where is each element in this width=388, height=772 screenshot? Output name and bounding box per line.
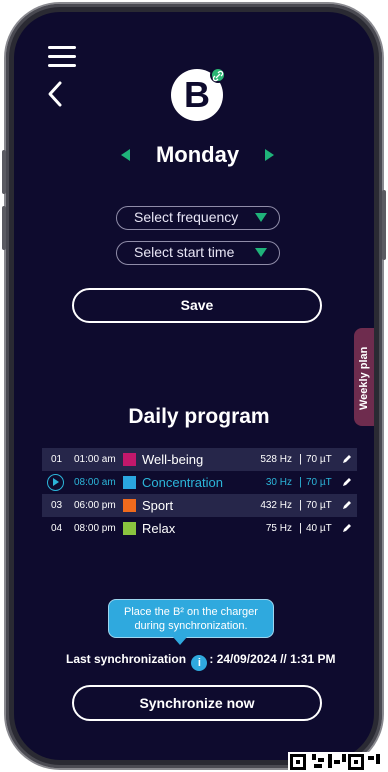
play-icon[interactable]	[47, 474, 64, 491]
row-separator: |	[299, 499, 302, 511]
hamburger-menu-icon[interactable]	[48, 46, 76, 68]
weekly-plan-tab-label: Weekly plan	[358, 346, 370, 410]
phone-side-button	[2, 206, 6, 250]
program-color-swatch	[123, 453, 136, 466]
edit-pencil-icon[interactable]	[341, 499, 353, 511]
row-time: 01:00 am	[74, 454, 116, 465]
caret-down-icon	[255, 213, 267, 222]
row-field-strength: 70 µT	[306, 454, 332, 465]
program-row[interactable]: 04 08:00 pm Relax 75 Hz | 40 µT	[42, 517, 357, 540]
row-number: 03	[51, 500, 63, 511]
caret-down-icon	[255, 248, 267, 257]
phone-side-button	[382, 190, 386, 260]
row-program-name: Relax	[142, 521, 176, 536]
app-logo: B	[171, 67, 226, 121]
row-number: 04	[51, 523, 63, 534]
program-row[interactable]: 01 01:00 am Well-being 528 Hz | 70 µT	[42, 448, 357, 471]
program-row[interactable]: 08:00 am Concentration 30 Hz | 70 µT	[42, 471, 357, 494]
last-sync-value: : 24/09/2024 // 1:31 PM	[209, 652, 336, 666]
frequency-select[interactable]: Select frequency	[116, 206, 280, 230]
program-color-swatch	[123, 476, 136, 489]
edit-pencil-icon[interactable]	[341, 453, 353, 465]
previous-day-icon[interactable]	[121, 149, 130, 161]
save-button[interactable]: Save	[72, 288, 322, 323]
row-number: 01	[51, 454, 63, 465]
edit-pencil-icon[interactable]	[341, 476, 353, 488]
next-day-icon[interactable]	[265, 149, 274, 161]
back-arrow-icon[interactable]	[44, 80, 68, 108]
row-time: 08:00 pm	[74, 523, 116, 534]
synchronize-now-button[interactable]: Synchronize now	[72, 685, 322, 721]
row-program-name: Well-being	[142, 452, 204, 467]
program-color-swatch	[123, 499, 136, 512]
app-screen: B Monday Select frequency Select start t…	[14, 12, 374, 760]
row-separator: |	[299, 453, 302, 465]
link-icon	[210, 67, 226, 83]
tooltip-pointer	[173, 637, 187, 645]
row-separator: |	[299, 476, 302, 488]
row-frequency: 75 Hz	[265, 523, 292, 534]
qr-code-fragment	[288, 752, 388, 772]
last-sync-label: Last synchronization	[66, 652, 187, 666]
row-time: 08:00 am	[74, 477, 116, 488]
program-color-swatch	[123, 522, 136, 535]
phone-side-button	[2, 150, 6, 194]
day-label: Monday	[155, 142, 240, 167]
tooltip-line-1: Place the B² on the charger	[124, 606, 258, 618]
row-field-strength: 40 µT	[306, 523, 332, 534]
info-icon[interactable]: i	[191, 655, 208, 671]
daily-program-list: 01 01:00 am Well-being 528 Hz | 70 µT 08:00 am…	[42, 448, 357, 540]
row-frequency: 30 Hz	[265, 477, 292, 488]
tooltip-line-2: during synchronization.	[134, 620, 248, 632]
edit-pencil-icon[interactable]	[341, 522, 353, 534]
start-time-select-label: Select start time	[134, 244, 235, 260]
day-selector: Monday	[14, 140, 374, 170]
row-frequency: 528 Hz	[260, 454, 292, 465]
last-sync-line: Last synchronization i: 24/09/2024 // 1:…	[66, 652, 336, 671]
row-separator: |	[299, 522, 302, 534]
row-field-strength: 70 µT	[306, 477, 332, 488]
daily-program-title: Daily program	[128, 405, 270, 428]
row-field-strength: 70 µT	[306, 500, 332, 511]
sync-tooltip: Place the B² on the charger during synch…	[108, 599, 274, 638]
row-program-name: Sport	[142, 498, 174, 513]
row-time: 06:00 pm	[74, 500, 116, 511]
row-frequency: 432 Hz	[260, 500, 292, 511]
frequency-select-label: Select frequency	[134, 209, 239, 225]
row-program-name: Concentration	[142, 475, 223, 490]
program-row[interactable]: 03 06:00 pm Sport 432 Hz | 70 µT	[42, 494, 357, 517]
start-time-select[interactable]: Select start time	[116, 241, 280, 265]
